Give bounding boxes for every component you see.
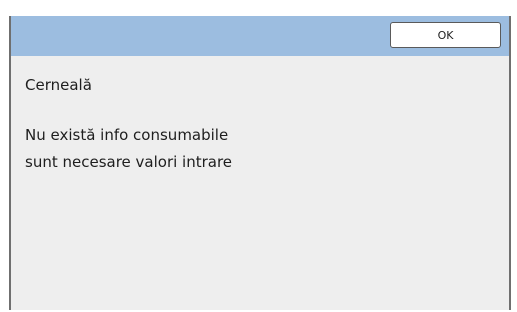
info-dialog: OK Cerneală Nu există info consumabile s… <box>9 16 511 310</box>
dialog-title-bar: OK <box>11 16 509 56</box>
ok-button[interactable]: OK <box>390 22 501 48</box>
dialog-heading: Cerneală <box>25 76 92 94</box>
dialog-message: Nu există info consumabile sunt necesare… <box>25 122 232 176</box>
message-line: sunt necesare valori intrare <box>25 153 233 171</box>
message-line: Nu există info consumabile <box>25 126 229 144</box>
screen: OK Cerneală Nu există info consumabile s… <box>0 0 517 312</box>
